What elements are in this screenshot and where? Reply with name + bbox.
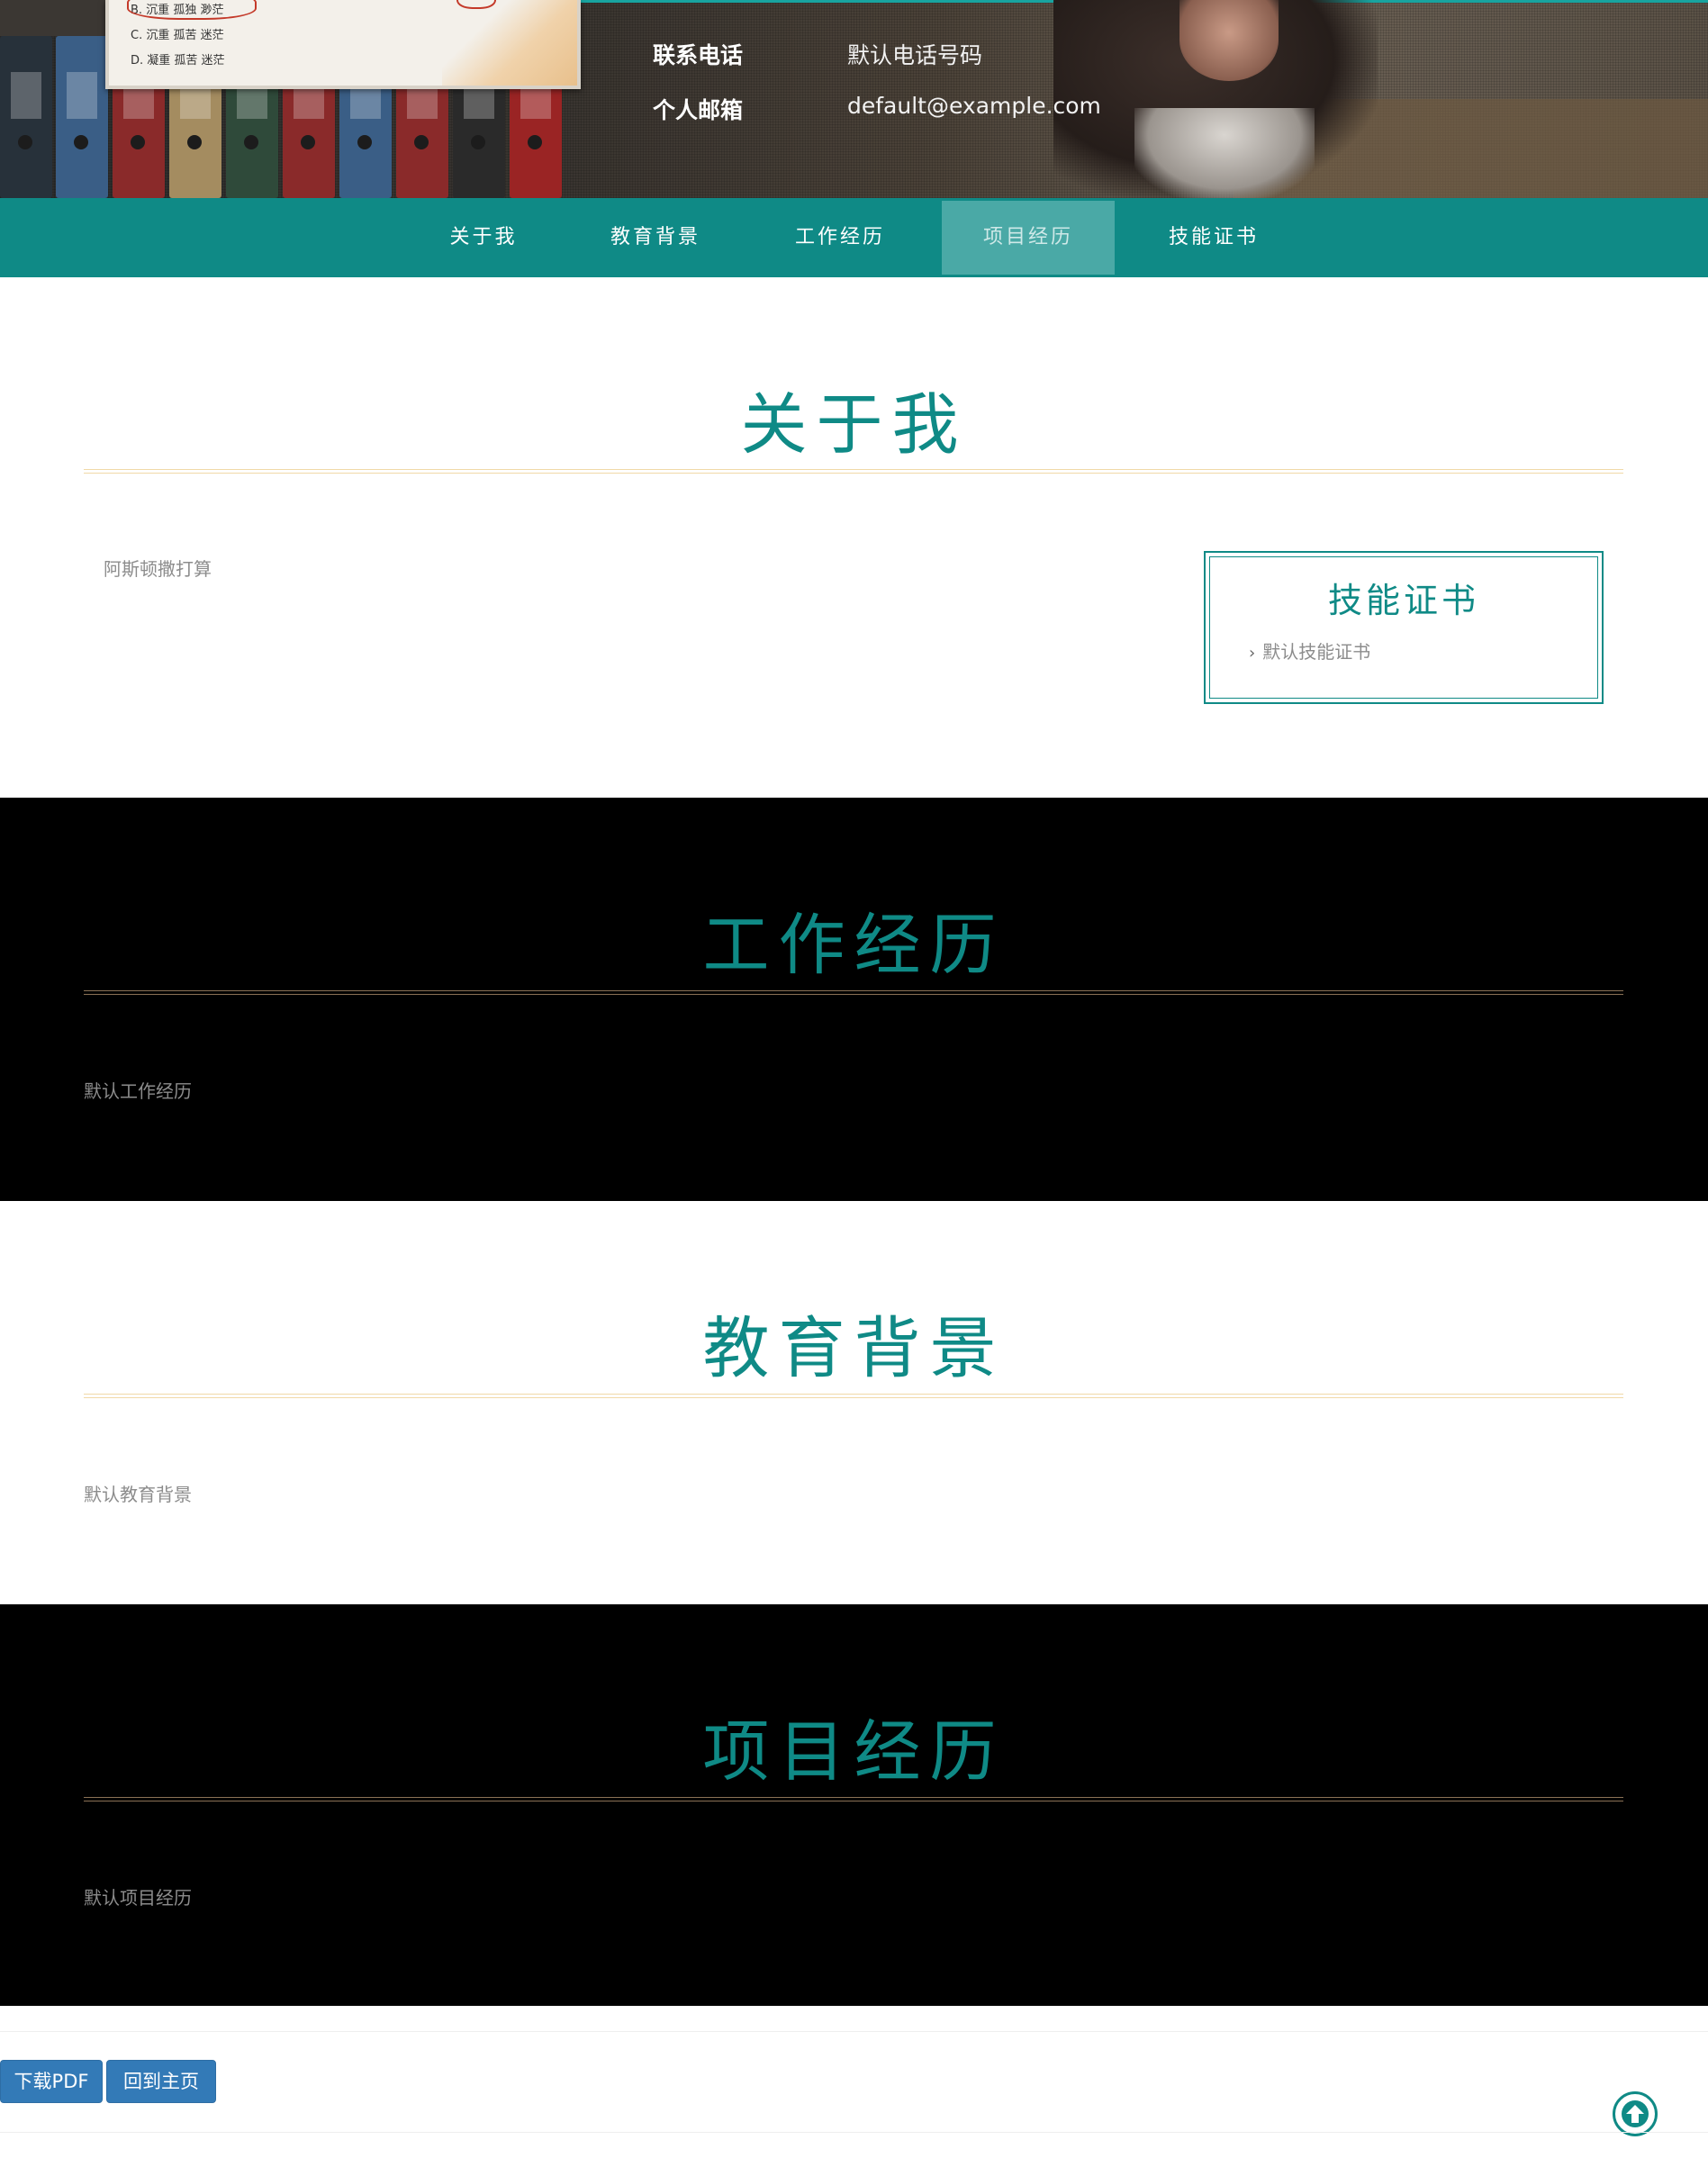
certificate-item: › 默认技能证书 bbox=[1249, 637, 1370, 664]
projects-section: 项目经历 默认项目经历 bbox=[0, 1604, 1708, 2006]
about-section: 关于我 阿斯顿撒打算 bbox=[0, 277, 1708, 798]
binder-decoration bbox=[56, 36, 108, 198]
nav-item-work[interactable]: 工作经历 bbox=[779, 198, 901, 277]
about-title: 关于我 bbox=[740, 386, 968, 464]
footer-divider bbox=[0, 2031, 1708, 2032]
work-section: 工作经历 默认工作经历 bbox=[0, 798, 1708, 1201]
certificate-box-title: 技能证书 bbox=[1327, 581, 1479, 620]
back-to-top-button[interactable] bbox=[1613, 2091, 1658, 2136]
arrow-up-circle-icon bbox=[1622, 2100, 1649, 2127]
education-divider bbox=[84, 1394, 1623, 1398]
photo-option-text: D. 凝重 孤苦 迷茫 bbox=[131, 54, 225, 68]
download-pdf-button[interactable]: 下载PDF bbox=[0, 2060, 103, 2103]
work-text: 默认工作经历 bbox=[84, 1080, 192, 1102]
nav-item-about[interactable]: 关于我 bbox=[427, 198, 540, 277]
projects-text: 默认项目经历 bbox=[84, 1887, 192, 1909]
header-banner: B. 沉重 孤独 渺茫 C. 沉重 孤苦 迷茫 D. 凝重 孤苦 迷茫 联系电话… bbox=[0, 0, 1708, 198]
profile-photo: B. 沉重 孤独 渺茫 C. 沉重 孤苦 迷茫 D. 凝重 孤苦 迷茫 bbox=[105, 0, 581, 89]
email-value: default@example.com bbox=[847, 93, 1101, 119]
back-home-button[interactable]: 回到主页 bbox=[106, 2060, 216, 2103]
nav-item-projects[interactable]: 项目经历 bbox=[942, 201, 1115, 275]
chevron-right-icon: › bbox=[1249, 644, 1256, 663]
education-section: 教育背景 默认教育背景 bbox=[0, 1201, 1708, 1604]
footer-bottom-divider bbox=[0, 2132, 1708, 2133]
certificate-box: 技能证书 › 默认技能证书 bbox=[1204, 551, 1604, 704]
certificate-item-label: 默认技能证书 bbox=[1262, 641, 1371, 663]
work-title: 工作经历 bbox=[702, 907, 1006, 984]
nav-item-education[interactable]: 教育背景 bbox=[594, 198, 717, 277]
work-divider bbox=[84, 990, 1623, 995]
projects-divider bbox=[84, 1797, 1623, 1801]
phone-label: 联系电话 bbox=[653, 42, 744, 68]
email-label: 个人邮箱 bbox=[653, 97, 744, 123]
projects-title: 项目经历 bbox=[702, 1713, 1006, 1791]
person-shirt bbox=[1134, 108, 1315, 198]
education-title: 教育背景 bbox=[702, 1310, 1006, 1387]
about-text: 阿斯顿撒打算 bbox=[104, 558, 212, 580]
about-divider bbox=[84, 469, 1623, 474]
nav-item-certificates[interactable]: 技能证书 bbox=[1152, 198, 1275, 277]
education-text: 默认教育背景 bbox=[84, 1484, 192, 1505]
main-nav: 关于我 教育背景 工作经历 项目经历 技能证书 bbox=[0, 198, 1708, 277]
handwritten-mark bbox=[127, 0, 257, 20]
photo-option-text: C. 沉重 孤苦 迷茫 bbox=[131, 29, 224, 42]
person-face bbox=[1179, 0, 1279, 81]
binder-decoration bbox=[0, 36, 52, 198]
phone-value: 默认电话号码 bbox=[847, 42, 983, 68]
